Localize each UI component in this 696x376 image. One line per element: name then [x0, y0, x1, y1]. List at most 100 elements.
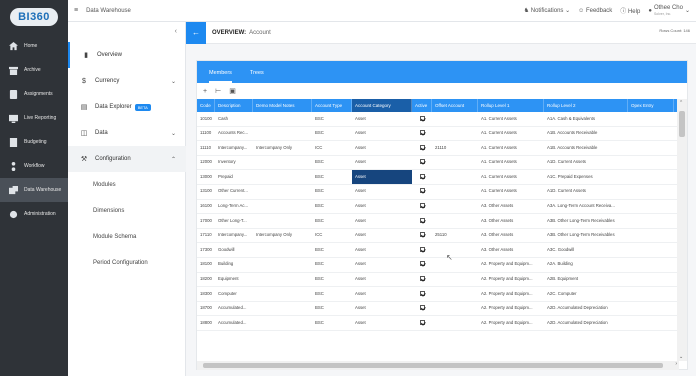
table-cell[interactable]: A1B. Accounts Receivable	[544, 126, 628, 141]
checkbox-checked-icon[interactable]	[419, 290, 425, 296]
rail-item-assignments[interactable]: Assignments	[0, 82, 68, 106]
back-arrow-icon[interactable]: ←	[186, 21, 206, 44]
column-header[interactable]: Account Category	[352, 99, 412, 112]
table-cell[interactable]	[432, 170, 478, 185]
table-cell[interactable]	[628, 272, 674, 287]
checkbox-checked-icon[interactable]	[419, 144, 425, 150]
table-cell[interactable]: 25110	[432, 228, 478, 243]
checkbox-checked-icon[interactable]	[419, 173, 425, 179]
active-checkbox[interactable]	[412, 199, 432, 214]
checkbox-checked-icon[interactable]	[419, 188, 425, 194]
delete-icon[interactable]: ▣	[229, 87, 236, 95]
table-cell[interactable]	[432, 199, 478, 214]
checkbox-checked-icon[interactable]	[419, 130, 425, 136]
checkbox-checked-icon[interactable]	[419, 203, 425, 209]
add-icon[interactable]: +	[203, 88, 207, 95]
rail-item-workflow[interactable]: Workflow	[0, 154, 68, 178]
active-checkbox[interactable]	[412, 243, 432, 258]
table-cell[interactable]: A2C. Computer	[544, 287, 628, 302]
table-cell[interactable]	[628, 214, 674, 229]
tab-trees[interactable]: Trees	[250, 70, 264, 83]
table-row[interactable]: 11100 Accounts Rec... BSC Asset A1. Current …	[197, 127, 679, 142]
checkbox-checked-icon[interactable]	[419, 159, 425, 165]
table-cell[interactable]	[432, 301, 478, 316]
active-checkbox[interactable]	[412, 301, 432, 316]
table-cell[interactable]	[628, 170, 674, 185]
table-cell[interactable]	[432, 272, 478, 287]
table-cell[interactable]: Asset	[352, 272, 412, 287]
table-cell[interactable]	[253, 287, 312, 302]
table-cell[interactable]: A1. Current Assets	[478, 170, 544, 185]
table-cell[interactable]	[432, 155, 478, 170]
table-cell[interactable]: A3. Other Assets	[478, 199, 544, 214]
table-cell[interactable]: 18700	[197, 301, 215, 316]
table-row[interactable]: 18300 Computer BSC Asset A2. Property and Eq…	[197, 287, 679, 302]
table-cell[interactable]: Asset	[352, 184, 412, 199]
table-cell[interactable]: A1D. Current Assets	[544, 184, 628, 199]
help-button[interactable]: ⓘ Help	[620, 6, 640, 15]
table-row[interactable]: 17000 Other Long-T... BSC Asset A3. Other As…	[197, 214, 679, 229]
table-cell[interactable]	[253, 184, 312, 199]
active-checkbox[interactable]	[412, 228, 432, 243]
table-row[interactable]: 18200 Equipment BSC Asset A2. Property and E…	[197, 273, 679, 288]
table-cell[interactable]: Asset	[352, 126, 412, 141]
table-cell[interactable]: BSC	[312, 126, 352, 141]
table-cell[interactable]	[628, 199, 674, 214]
table-cell[interactable]: 10100	[197, 112, 215, 127]
table-cell[interactable]: Asset	[352, 287, 412, 302]
table-cell[interactable]	[253, 316, 312, 331]
table-cell[interactable]	[253, 257, 312, 272]
active-checkbox[interactable]	[412, 112, 432, 127]
sidebar-item-overview[interactable]: ▮ Overview	[68, 42, 186, 68]
table-cell[interactable]: 13100	[197, 184, 215, 199]
sidebar-subitem-period-configuration[interactable]: Period Configuration	[68, 250, 186, 276]
table-row[interactable]: 17300 Goodwill BSC Asset A3. Other Assets A3C…	[197, 243, 679, 258]
table-cell[interactable]: 18800	[197, 316, 215, 331]
table-cell[interactable]: Computer	[215, 287, 253, 302]
table-cell[interactable]	[628, 301, 674, 316]
table-cell[interactable]: Asset	[352, 228, 412, 243]
sidebar-subitem-module-schema[interactable]: Module Schema	[68, 224, 186, 250]
active-checkbox[interactable]	[412, 184, 432, 199]
table-cell[interactable]	[432, 112, 478, 127]
table-cell[interactable]	[432, 214, 478, 229]
checkbox-checked-icon[interactable]	[419, 276, 425, 282]
table-cell[interactable]	[432, 243, 478, 258]
table-cell[interactable]: A3B. Other Long-Term Receivables	[544, 214, 628, 229]
table-cell[interactable]: A1A. Cash & Equivalents	[544, 112, 628, 127]
table-cell[interactable]: Prepaid	[215, 170, 253, 185]
checkbox-checked-icon[interactable]	[419, 115, 425, 121]
table-cell[interactable]: Asset	[352, 141, 412, 156]
table-cell[interactable]: BSC	[312, 170, 352, 185]
table-cell[interactable]	[253, 243, 312, 258]
table-cell[interactable]	[628, 112, 674, 127]
sidebar-item-data[interactable]: ◫ Data ⌄	[68, 120, 186, 146]
table-cell[interactable]: A3C. Goodwill	[544, 243, 628, 258]
table-cell[interactable]: BSC	[312, 112, 352, 127]
table-cell[interactable]: A2. Property and Equipm...	[478, 257, 544, 272]
table-row[interactable]: 10100 Cash BSC Asset A1. Current Assets A1A. …	[197, 112, 679, 127]
table-cell[interactable]: A3. Other Assets	[478, 243, 544, 258]
table-cell[interactable]: A1D. Current Assets	[544, 155, 628, 170]
sidebar-subitem-dimensions[interactable]: Dimensions	[68, 198, 186, 224]
table-cell[interactable]: 16100	[197, 199, 215, 214]
table-cell[interactable]: A3. Other Assets	[478, 214, 544, 229]
table-cell[interactable]	[628, 155, 674, 170]
table-cell[interactable]	[432, 316, 478, 331]
table-cell[interactable]: BSC	[312, 243, 352, 258]
table-row[interactable]: 13100 Other Current... BSC Asset A1. Current…	[197, 185, 679, 200]
table-cell[interactable]: A2D. Accumulated Depreciation	[544, 301, 628, 316]
notifications-button[interactable]: ♞ Notifications ⌄	[524, 7, 570, 14]
active-checkbox[interactable]	[412, 141, 432, 156]
rail-item-budgeting[interactable]: Budgeting	[0, 130, 68, 154]
table-cell[interactable]: 17000	[197, 214, 215, 229]
checkbox-checked-icon[interactable]	[419, 217, 425, 223]
vertical-scrollbar[interactable]: ⌃ ⌄	[677, 99, 687, 361]
vertical-scroll-thumb[interactable]	[679, 111, 685, 137]
table-cell[interactable]: A2. Property and Equipm...	[478, 287, 544, 302]
user-menu[interactable]: ● Othee Cho Solver, Inc. ⌄	[648, 5, 690, 17]
table-cell[interactable]: Intercompany...	[215, 141, 253, 156]
active-checkbox[interactable]	[412, 214, 432, 229]
table-cell[interactable]: Cash	[215, 112, 253, 127]
table-cell[interactable]: A2. Property and Equipm...	[478, 272, 544, 287]
